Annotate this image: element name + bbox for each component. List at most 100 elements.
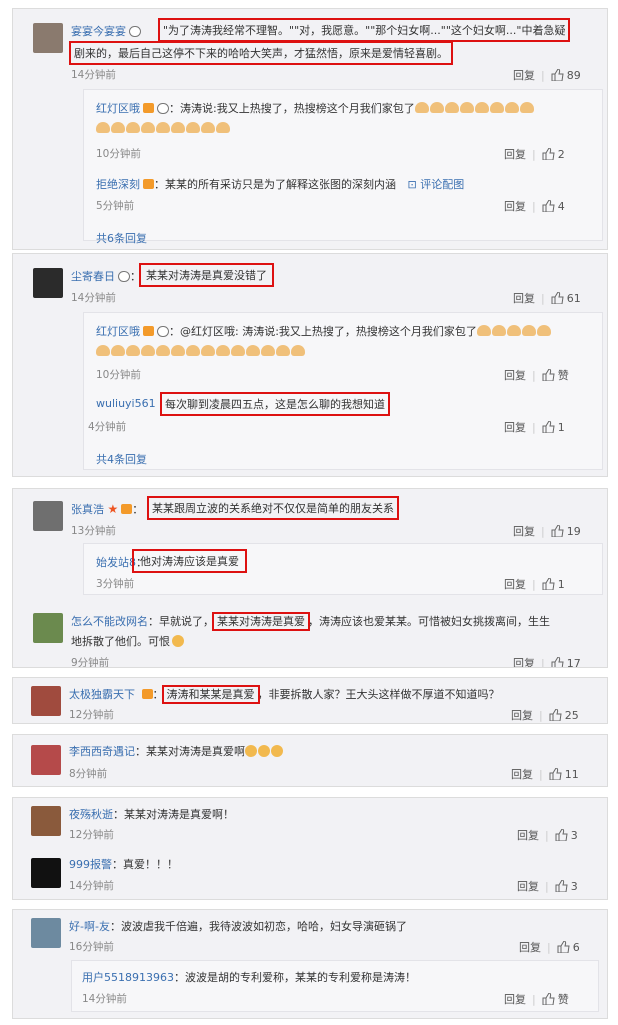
comment-block: 太极独霸天下 ：涛涛和某某是真爱 ，非要拆散人家？王大头这样做不厚道不知道吗？ 1…	[12, 677, 608, 724]
like-button[interactable]: 17	[551, 657, 581, 667]
like-button[interactable]: 4	[542, 200, 565, 213]
comment-block: 夜殇秋逝：某某对涛涛是真爱啊！ 12分钟前 回复 | 3 999报警：真爱！！！ 1…	[12, 797, 608, 900]
like-button[interactable]: 25	[549, 709, 579, 722]
comment-time: 8分钟前	[69, 768, 108, 780]
comment-text: ：某某对涛涛是真爱啊	[135, 745, 245, 758]
reply-text: ：@红灯区哦: 涛涛说:我又上热搜了，热搜榜这个月我们家包了	[169, 325, 477, 338]
reply-button[interactable]: 回复	[513, 292, 535, 305]
comment-block: 宴宴今宴宴 "为了涛涛我经常不理智。""对，我愿意。""那个妇女啊...""这个…	[12, 8, 608, 250]
comment-username[interactable]: 999报警	[69, 858, 112, 871]
highlighted-comment-text: 每次聊到凌晨四五点，这是怎么聊的我想知道	[160, 392, 390, 416]
comment-time: 14分钟前	[69, 880, 114, 892]
panda-emoji-icon	[118, 271, 130, 282]
view-comment-image-link[interactable]: ⊡ 评论配图	[408, 178, 465, 191]
reply-button[interactable]: 回复	[504, 200, 526, 213]
avatar[interactable]	[31, 918, 61, 948]
comment-username[interactable]: 李西西奇遇记	[69, 745, 135, 758]
star-badge-icon: ★	[107, 502, 119, 516]
comment-username[interactable]: 宴宴今宴宴	[71, 25, 126, 38]
comment-username[interactable]: 夜殇秋逝	[69, 808, 113, 821]
reply-button[interactable]: 回复	[504, 369, 526, 382]
peach-emoji-icon	[414, 102, 535, 115]
comment-text: ：某某对涛涛是真爱啊！	[113, 808, 234, 821]
smile-emoji-icon	[172, 635, 184, 647]
comment-username[interactable]: 太极独霸天下	[69, 688, 135, 701]
comment-time: 9分钟前	[71, 657, 110, 668]
reply-text: ：涛涛说:我又上热搜了，热搜榜这个月我们家包了	[169, 102, 415, 115]
reply-username[interactable]: 拒绝深刻	[96, 178, 140, 191]
thumbs-up-icon	[549, 768, 562, 780]
reply-username[interactable]: 用户5518913963	[82, 971, 174, 984]
like-button[interactable]: 赞	[542, 993, 569, 1006]
reply-button[interactable]: 回复	[513, 657, 535, 667]
reply-button[interactable]: 回复	[504, 993, 526, 1006]
comment-username[interactable]: 张真浩	[71, 503, 104, 516]
thumbs-up-icon	[542, 993, 555, 1005]
reply-button[interactable]: 回复	[517, 880, 539, 893]
like-button[interactable]: 61	[551, 292, 581, 305]
reply-time: 5分钟前	[96, 200, 135, 212]
comment-username[interactable]: 尘寄春日	[71, 270, 115, 283]
like-button[interactable]: 11	[549, 768, 579, 781]
reply-text: 他对涛涛应该是真爱	[140, 555, 239, 568]
like-count: 19	[566, 525, 581, 538]
reply-username[interactable]: 红灯区哦	[96, 102, 140, 115]
reply-username[interactable]: 红灯区哦	[96, 325, 140, 338]
avatar[interactable]	[31, 745, 61, 775]
avatar[interactable]	[33, 501, 63, 531]
avatar[interactable]	[33, 613, 63, 643]
comment-text: "为了涛涛我经常不理智。""对，我愿意。""那个妇女啊...""这个妇女啊...…	[163, 24, 566, 37]
like-button[interactable]: 3	[555, 829, 578, 842]
thumbs-up-icon	[551, 657, 564, 667]
thumbs-up-icon	[551, 292, 564, 304]
thumbs-up-icon	[551, 69, 564, 81]
reply-button[interactable]: 回复	[504, 421, 526, 434]
like-button[interactable]: 19	[551, 525, 581, 538]
comment-text: ：真爱！！！	[112, 858, 178, 871]
more-replies-link[interactable]: 共6条回复	[96, 230, 147, 246]
like-button[interactable]: 1	[542, 578, 565, 591]
thumbs-up-icon	[557, 941, 570, 953]
like-button[interactable]: 2	[542, 148, 565, 161]
like-button[interactable]: 1	[542, 421, 565, 434]
reply-button[interactable]: 回复	[504, 578, 526, 591]
comment-text: ：波波虐我千倍遍，我待波波如初恋，哈哈，妇女导演砸锅了	[109, 920, 407, 933]
like-button[interactable]: 89	[551, 69, 581, 82]
panda-emoji-icon	[157, 103, 169, 114]
panda-emoji-icon	[157, 326, 169, 337]
comment-username[interactable]: 怎么不能改网名	[71, 615, 148, 628]
avatar[interactable]	[33, 268, 63, 298]
avatar[interactable]	[31, 806, 61, 836]
like-button[interactable]: 6	[557, 941, 580, 954]
like-button[interactable]: 3	[555, 880, 578, 893]
avatar[interactable]	[31, 858, 61, 888]
like-button[interactable]: 赞	[542, 369, 569, 382]
laugh-emoji-icon	[245, 745, 284, 758]
reply-username[interactable]: wuliuyi561	[96, 397, 156, 410]
reply-button[interactable]: 回复	[517, 829, 539, 842]
highlighted-comment-text: 某某对涛涛是真爱没错了	[139, 263, 274, 287]
reply-button[interactable]: 回复	[513, 69, 535, 82]
comment-username[interactable]: 好-啊-友	[69, 920, 110, 933]
like-count: 4	[557, 200, 565, 213]
more-replies-link[interactable]: 共4条回复	[96, 451, 147, 467]
like-count: 89	[566, 69, 581, 82]
avatar[interactable]	[33, 23, 63, 53]
reply-button[interactable]: 回复	[504, 148, 526, 161]
reply-button[interactable]: 回复	[513, 525, 535, 538]
like-count: 赞	[557, 993, 569, 1006]
reply-username[interactable]: 始发站8	[96, 556, 136, 569]
comment-text: 某某跟周立波的关系绝对不仅仅是简单的朋友关系	[152, 502, 394, 515]
thumbs-up-icon	[551, 525, 564, 537]
vip-badge-icon	[143, 103, 154, 113]
highlighted-comment-text: 他对涛涛应该是真爱	[132, 549, 247, 573]
peach-emoji-icon	[476, 325, 552, 338]
comment-time: 12分钟前	[69, 829, 114, 841]
reply-button[interactable]: 回复	[519, 941, 541, 954]
thumbs-up-icon	[542, 369, 555, 381]
reply-button[interactable]: 回复	[511, 768, 533, 781]
reply-time: 10分钟前	[96, 369, 141, 381]
like-count: 赞	[557, 369, 569, 382]
avatar[interactable]	[31, 686, 61, 716]
reply-button[interactable]: 回复	[511, 709, 533, 722]
